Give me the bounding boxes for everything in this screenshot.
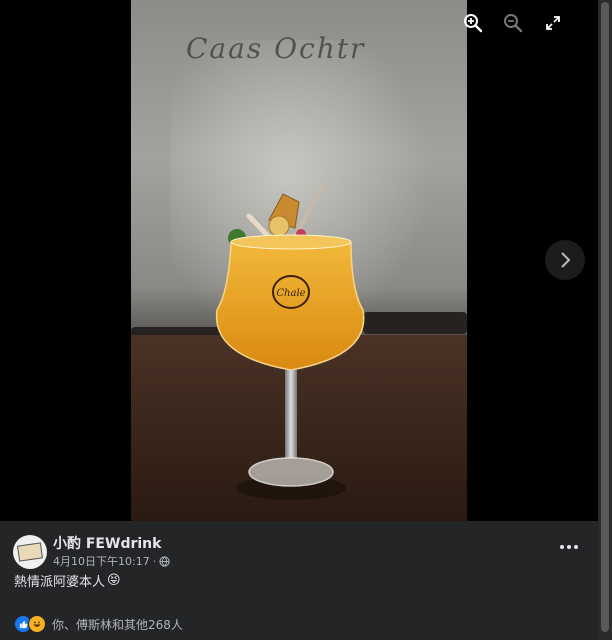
chevron-right-icon [561, 252, 571, 268]
post-author[interactable]: 小酌 FEWdrink [53, 533, 161, 553]
glass-foot [248, 457, 334, 487]
globe-icon [159, 555, 170, 567]
glass-rim [230, 234, 352, 250]
scrollbar-thumb[interactable] [601, 2, 609, 632]
more-options-button[interactable] [555, 537, 583, 557]
zoom-in-icon[interactable] [462, 12, 484, 34]
glass-logo-text: Chale [276, 288, 305, 299]
post-panel: 小酌 FEWdrink 4月10日下午10:17 · 熱情派阿婆本人 😝 你、傅… [0, 521, 598, 640]
lemon-slice [268, 215, 290, 237]
dot [560, 545, 564, 549]
photo-viewer: Caas Ochtr Chale [0, 0, 598, 521]
glass-bowl [215, 241, 365, 371]
cocktail-glass: Chale [215, 186, 365, 500]
reactions-summary[interactable]: 你、傅斯林和其他268人 [14, 615, 183, 633]
dot [574, 545, 578, 549]
fullscreen-icon[interactable] [542, 12, 564, 34]
glass-stem [285, 370, 297, 458]
avatar-image [17, 542, 43, 562]
avatar[interactable] [13, 535, 47, 569]
wall-sign-text: Caas Ochtr [186, 32, 366, 65]
next-photo-button[interactable] [545, 240, 585, 280]
post-caption: 熱情派阿婆本人 😝 [14, 571, 121, 590]
post-timestamp[interactable]: 4月10日下午10:17 [53, 553, 150, 569]
caption-text: 熱情派阿婆本人 [14, 575, 106, 590]
dot [567, 545, 571, 549]
cocktail-photo: Caas Ochtr Chale [131, 0, 467, 521]
post-meta: 4月10日下午10:17 · [53, 553, 170, 569]
reaction-icons [14, 615, 46, 633]
reactions-text[interactable]: 你、傅斯林和其他268人 [52, 616, 183, 633]
zoom-out-icon[interactable] [502, 12, 524, 34]
caption-emoji: 😝 [107, 573, 121, 588]
zoom-controls [462, 12, 564, 34]
meta-separator: · [152, 554, 157, 568]
haha-icon [28, 615, 46, 633]
scrollbar[interactable] [598, 0, 612, 640]
